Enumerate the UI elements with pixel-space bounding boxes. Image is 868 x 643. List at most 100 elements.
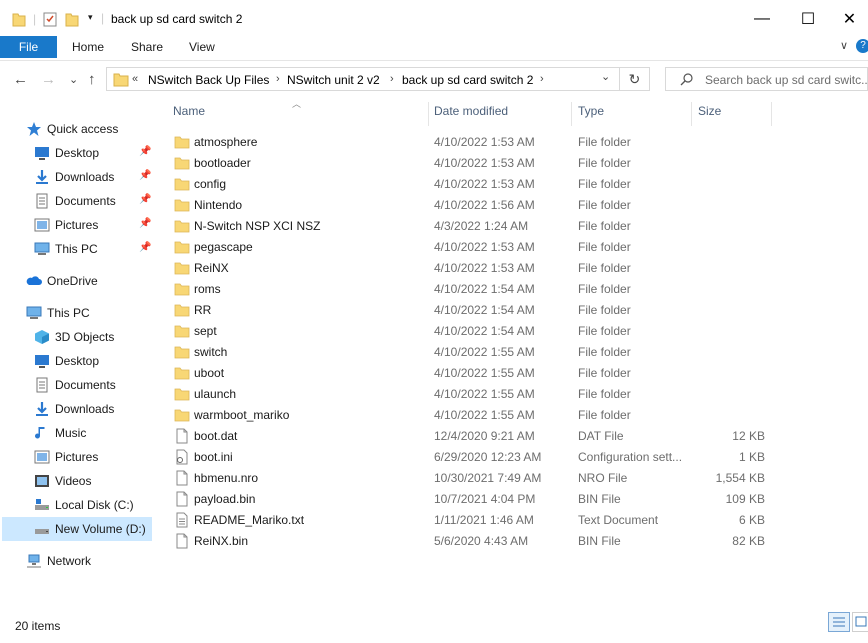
folder-row[interactable]: uboot 4/10/2022 1:55 AM File folder	[169, 363, 773, 384]
large-icons-view-button[interactable]	[852, 612, 868, 632]
sidebar-item-local-disk-c[interactable]: Local Disk (C:)	[34, 494, 134, 516]
folder-icon	[174, 262, 190, 275]
pin-icon[interactable]: 📌	[139, 146, 151, 157]
config-file-icon	[176, 449, 188, 465]
address-row: ← → ⌄ ↑ « NSwitch Back Up Files › NSwitc…	[0, 61, 868, 97]
tab-file[interactable]: File	[0, 36, 57, 58]
refresh-button[interactable]: ↻	[620, 67, 650, 91]
column-header-name[interactable]: Name	[173, 104, 205, 126]
column-header-type[interactable]: Type	[578, 104, 604, 126]
file-date-modified: 4/10/2022 1:53 AM	[434, 156, 535, 170]
column-header-date-modified[interactable]: Date modified	[434, 104, 508, 126]
pin-icon[interactable]: 📌	[139, 242, 151, 253]
breadcrumb-nswitch-back-up-files[interactable]: NSwitch Back Up Files	[148, 73, 269, 87]
new-folder-icon[interactable]	[65, 11, 79, 27]
folder-row[interactable]: ulaunch 4/10/2022 1:55 AM File folder	[169, 384, 773, 405]
sidebar-item-music[interactable]: Music	[34, 422, 86, 444]
up-button[interactable]: ↑	[88, 71, 96, 88]
breadcrumb-nswitch-unit-2-v2[interactable]: NSwitch unit 2 v2	[287, 73, 380, 87]
folder-row[interactable]: pegascape 4/10/2022 1:53 AM File folder	[169, 237, 773, 258]
forward-button[interactable]: →	[41, 71, 56, 88]
file-name: hbmenu.nro	[194, 471, 259, 485]
expand-ribbon-icon[interactable]: ∨	[840, 39, 848, 52]
tab-view[interactable]: View	[189, 40, 215, 54]
sidebar-item-pictures-pinned[interactable]: Pictures	[34, 214, 98, 236]
sidebar-item-this-pc-pinned[interactable]: This PC	[34, 238, 98, 260]
breadcrumb-overflow[interactable]: «	[132, 73, 138, 85]
breadcrumb-separator[interactable]: ›	[390, 73, 394, 85]
folder-row[interactable]: config 4/10/2022 1:53 AM File folder	[169, 174, 773, 195]
sidebar-item-documents[interactable]: Documents	[34, 374, 116, 396]
tab-home[interactable]: Home	[72, 40, 104, 54]
sidebar-item-desktop-pinned[interactable]: Desktop	[34, 142, 99, 164]
customize-qat-icon[interactable]: ▾	[88, 12, 93, 23]
close-button[interactable]: ✕	[831, 0, 868, 38]
folder-row[interactable]: bootloader 4/10/2022 1:53 AM File folder	[169, 153, 773, 174]
pin-icon[interactable]: 📌	[139, 194, 151, 205]
folder-row[interactable]: sept 4/10/2022 1:54 AM File folder	[169, 321, 773, 342]
file-row[interactable]: hbmenu.nro 10/30/2021 7:49 AM NRO File 1,55…	[169, 468, 773, 489]
search-input[interactable]: Search back up sd card switc...	[705, 73, 867, 87]
recent-locations-button[interactable]: ⌄	[69, 73, 78, 86]
sidebar-item-desktop[interactable]: Desktop	[34, 350, 99, 372]
folder-row[interactable]: ReiNX 4/10/2022 1:53 AM File folder	[169, 258, 773, 279]
file-row[interactable]: payload.bin 10/7/2021 4:04 PM BIN File 109 …	[169, 489, 773, 510]
sidebar-item-onedrive[interactable]: OneDrive	[26, 270, 98, 292]
folder-row[interactable]: roms 4/10/2022 1:54 AM File folder	[169, 279, 773, 300]
sidebar-item-3d-objects[interactable]: 3D Objects	[34, 326, 114, 348]
sidebar-item-network[interactable]: Network	[26, 550, 91, 572]
file-date-modified: 4/10/2022 1:55 AM	[434, 366, 535, 380]
breadcrumb-current-folder[interactable]: back up sd card switch 2	[402, 73, 533, 87]
sidebar-item-quick-access[interactable]: Quick access	[26, 118, 118, 140]
details-view-button[interactable]	[828, 612, 850, 632]
maximize-button[interactable]: ☐	[785, 0, 831, 38]
file-date-modified: 4/10/2022 1:53 AM	[434, 177, 535, 191]
folder-row[interactable]: warmboot_mariko 4/10/2022 1:55 AM File fol…	[169, 405, 773, 426]
sidebar-item-this-pc[interactable]: This PC	[26, 302, 90, 324]
breadcrumb-separator[interactable]: ›	[540, 73, 544, 85]
sidebar-item-downloads-pinned[interactable]: Downloads	[34, 166, 114, 188]
3d-objects-icon	[35, 330, 49, 344]
file-type: File folder	[578, 366, 631, 380]
file-name: README_Mariko.txt	[194, 513, 305, 527]
file-row[interactable]: ReiNX.bin 5/6/2020 4:43 AM BIN File 82 KB	[169, 531, 773, 552]
pin-icon[interactable]: 📌	[139, 218, 151, 229]
file-row[interactable]: boot.dat 12/4/2020 9:21 AM DAT File 12 KB	[169, 426, 773, 447]
column-divider[interactable]	[571, 102, 572, 126]
back-button[interactable]: ←	[13, 71, 28, 88]
folder-row[interactable]: RR 4/10/2022 1:54 AM File folder	[169, 300, 773, 321]
drive-icon	[35, 529, 49, 534]
sidebar-item-videos[interactable]: Videos	[34, 470, 91, 492]
address-dropdown-icon[interactable]: ⌄	[601, 70, 610, 83]
file-row[interactable]: README_Mariko.txt 1/11/2021 1:46 AM Text D…	[169, 510, 773, 531]
search-icon	[680, 73, 693, 86]
file-row[interactable]: boot.ini 6/29/2020 12:23 AM Configuration …	[169, 447, 773, 468]
column-divider[interactable]	[428, 102, 429, 126]
file-type: DAT File	[578, 429, 624, 443]
file-date-modified: 4/10/2022 1:55 AM	[434, 345, 535, 359]
column-header-size[interactable]: Size	[698, 104, 721, 126]
sidebar-item-documents-pinned[interactable]: Documents	[34, 190, 116, 212]
sidebar-item-pictures[interactable]: Pictures	[34, 446, 98, 468]
folder-row[interactable]: N-Switch NSP XCI NSZ 4/3/2022 1:24 AM File…	[169, 216, 773, 237]
file-type: File folder	[578, 219, 631, 233]
large-icons-view-icon	[855, 616, 867, 627]
pin-icon[interactable]: 📌	[139, 170, 151, 181]
search-box[interactable]: Search back up sd card switc...	[665, 67, 868, 91]
folder-row[interactable]: Nintendo 4/10/2022 1:56 AM File folder	[169, 195, 773, 216]
documents-icon	[36, 193, 48, 209]
tab-share[interactable]: Share	[131, 40, 163, 54]
folder-row[interactable]: switch 4/10/2022 1:55 AM File folder	[169, 342, 773, 363]
breadcrumb-separator[interactable]: ›	[276, 73, 280, 85]
sidebar-item-new-volume-d[interactable]: New Volume (D:)	[2, 517, 152, 541]
minimize-button[interactable]: —	[739, 0, 785, 38]
properties-icon[interactable]	[43, 11, 57, 27]
column-divider[interactable]	[771, 102, 772, 126]
folder-row[interactable]: atmosphere 4/10/2022 1:53 AM File folder	[169, 132, 773, 153]
column-divider[interactable]	[691, 102, 692, 126]
address-bar[interactable]: « NSwitch Back Up Files › NSwitch unit 2…	[106, 67, 620, 91]
sidebar-item-downloads[interactable]: Downloads	[34, 398, 114, 420]
file-name: RR	[194, 303, 212, 317]
help-icon[interactable]: ?	[856, 39, 868, 53]
desktop-icon	[35, 147, 49, 160]
